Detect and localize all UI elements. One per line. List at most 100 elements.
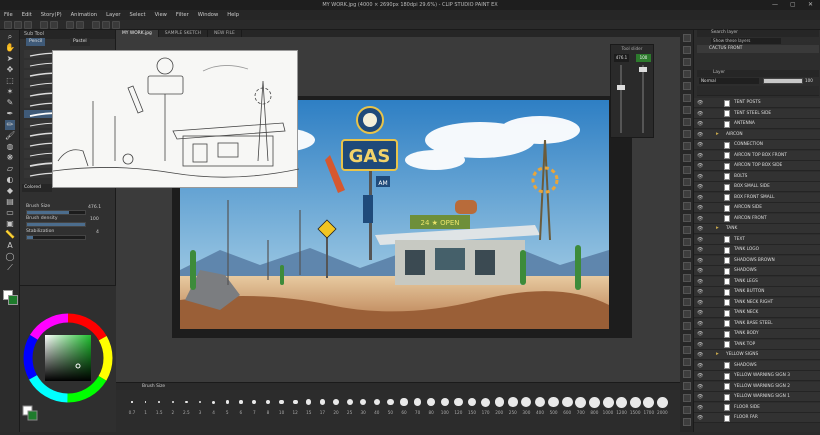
maximize-button[interactable]: ▢ bbox=[790, 1, 796, 8]
visibility-eye-icon[interactable]: 👁 bbox=[697, 342, 703, 348]
sketch-reference-window[interactable] bbox=[52, 50, 300, 188]
panel-icon[interactable] bbox=[683, 250, 691, 258]
menu-edit[interactable]: Edit bbox=[22, 12, 32, 18]
visibility-eye-icon[interactable]: 👁 bbox=[697, 121, 703, 127]
layer-row[interactable]: 👁 TANK BUTTON bbox=[694, 287, 820, 297]
eyedropper-icon[interactable]: ✎ bbox=[5, 98, 15, 108]
panel-icon[interactable] bbox=[683, 154, 691, 162]
panel-icon[interactable] bbox=[683, 130, 691, 138]
panel-icon[interactable] bbox=[683, 334, 691, 342]
panel-icon[interactable] bbox=[683, 178, 691, 186]
panel-icon[interactable] bbox=[683, 298, 691, 306]
menu-view[interactable]: View bbox=[155, 12, 167, 18]
size-slider-thumb[interactable] bbox=[617, 85, 625, 90]
visibility-eye-icon[interactable]: 👁 bbox=[697, 300, 703, 306]
panel-icon[interactable] bbox=[683, 190, 691, 198]
layer-row[interactable]: 👁 ANTENNA bbox=[694, 119, 820, 129]
visibility-eye-icon[interactable]: 👁 bbox=[697, 321, 703, 327]
panel-icon[interactable] bbox=[683, 226, 691, 234]
menu-window[interactable]: Window bbox=[198, 12, 218, 18]
brush-icon[interactable]: 🖌 bbox=[5, 131, 15, 141]
tab-pencil[interactable]: Pencil bbox=[26, 38, 46, 46]
visibility-eye-icon[interactable]: 👁 bbox=[697, 352, 703, 358]
layer-row[interactable]: 👁 TANK BASE STEEL bbox=[694, 318, 820, 329]
layer-row[interactable]: 👁 CONNECTION bbox=[694, 140, 820, 150]
layer-row[interactable]: 👁 TENT STEEL SIDE bbox=[694, 108, 820, 119]
visibility-eye-icon[interactable]: 👁 bbox=[697, 226, 703, 232]
panel-icon[interactable] bbox=[683, 310, 691, 318]
panel-icon[interactable] bbox=[683, 106, 691, 114]
figure-icon[interactable]: ▭ bbox=[5, 208, 15, 218]
visibility-eye-icon[interactable]: 👁 bbox=[697, 111, 703, 117]
panel-icon[interactable] bbox=[683, 322, 691, 330]
save-icon[interactable] bbox=[24, 21, 32, 29]
layer-tab[interactable]: Layer bbox=[697, 70, 819, 77]
visibility-eye-icon[interactable]: 👁 bbox=[697, 184, 703, 190]
minimize-button[interactable]: — bbox=[772, 1, 778, 8]
redo-icon[interactable] bbox=[50, 21, 58, 29]
visibility-eye-icon[interactable]: 👁 bbox=[697, 373, 703, 379]
menu-animation[interactable]: Animation bbox=[71, 12, 97, 18]
visibility-eye-icon[interactable]: 👁 bbox=[697, 394, 703, 400]
balloon-icon[interactable]: ◯ bbox=[5, 252, 15, 262]
panel-icon[interactable] bbox=[683, 94, 691, 102]
visibility-eye-icon[interactable]: 👁 bbox=[697, 405, 703, 411]
decoration-icon[interactable]: ❋ bbox=[5, 153, 15, 163]
menu-file[interactable]: File bbox=[4, 12, 13, 18]
panel-icon[interactable] bbox=[683, 274, 691, 282]
menu-layer[interactable]: Layer bbox=[106, 12, 120, 18]
visibility-eye-icon[interactable]: 👁 bbox=[697, 289, 703, 295]
panel-icon[interactable] bbox=[683, 382, 691, 390]
menu-filter[interactable]: Filter bbox=[176, 12, 189, 18]
layer-row[interactable]: 👁 TENT POSTS bbox=[694, 98, 820, 108]
visibility-eye-icon[interactable]: 👁 bbox=[697, 132, 703, 138]
ruler-icon[interactable]: 📏 bbox=[5, 230, 15, 240]
visibility-eye-icon[interactable]: 👁 bbox=[697, 258, 703, 264]
tab-new-file[interactable]: NEW FILE bbox=[208, 30, 242, 37]
opacity-slider[interactable] bbox=[763, 78, 803, 84]
invert-selection-icon[interactable] bbox=[102, 21, 110, 29]
new-file-icon[interactable] bbox=[4, 21, 12, 29]
panel-icon[interactable] bbox=[683, 262, 691, 270]
hand-icon[interactable]: ✋ bbox=[5, 43, 15, 53]
sub-color-swatch[interactable] bbox=[8, 295, 18, 305]
visibility-eye-icon[interactable]: 👁 bbox=[697, 384, 703, 390]
panel-icon[interactable] bbox=[683, 370, 691, 378]
undo-icon[interactable] bbox=[40, 21, 48, 29]
layer-row[interactable]: 👁 TANK LEGS bbox=[694, 276, 820, 287]
layer-row[interactable]: 👁 TANK TOP bbox=[694, 339, 820, 350]
opacity-vertical-slider[interactable] bbox=[642, 65, 644, 133]
eraser-icon[interactable]: ▱ bbox=[5, 164, 15, 174]
folder-icon[interactable]: ▸ bbox=[716, 351, 719, 357]
layer-row[interactable]: 👁 AIRCON TOP BOX SIDE bbox=[694, 161, 820, 171]
layer-folder-row[interactable]: 👁 ▸ YELLOW SIGNS bbox=[694, 350, 820, 360]
airbrush-icon[interactable]: ◍ bbox=[5, 142, 15, 152]
visibility-eye-icon[interactable]: 👁 bbox=[697, 331, 703, 337]
panel-icon[interactable] bbox=[683, 238, 691, 246]
transform-icon[interactable] bbox=[76, 21, 84, 29]
visibility-eye-icon[interactable]: 👁 bbox=[697, 195, 703, 201]
layer-row[interactable]: 👁 BOLTS bbox=[694, 171, 820, 182]
pencil-icon[interactable]: ✏ bbox=[5, 120, 15, 130]
panel-icon[interactable] bbox=[683, 406, 691, 414]
layer-row[interactable]: 👁 BOX FRONT SMALL bbox=[694, 192, 820, 203]
panel-icon[interactable] bbox=[683, 46, 691, 54]
fill-icon[interactable]: ◆ bbox=[5, 186, 15, 196]
layer-row[interactable]: 👁 SHADOWS bbox=[694, 360, 820, 371]
brush-size-preset[interactable]: 2000 bbox=[654, 396, 670, 418]
layer-folder-row[interactable]: 👁 ▸ AIRCON bbox=[694, 129, 820, 140]
folder-icon[interactable]: ▸ bbox=[716, 225, 719, 231]
panel-icon[interactable] bbox=[683, 214, 691, 222]
panel-icon[interactable] bbox=[683, 358, 691, 366]
blend-mode-select[interactable]: Normal bbox=[699, 78, 759, 84]
menu-help[interactable]: Help bbox=[227, 12, 239, 18]
panel-icon[interactable] bbox=[683, 142, 691, 150]
close-button[interactable]: ✕ bbox=[808, 1, 813, 8]
visibility-eye-icon[interactable]: 👁 bbox=[697, 237, 703, 243]
panel-icon[interactable] bbox=[683, 118, 691, 126]
layer-row[interactable]: 👁 AIRCON FRONT bbox=[694, 213, 820, 224]
auto-select-icon[interactable]: ✶ bbox=[5, 87, 15, 97]
panel-icon[interactable] bbox=[683, 58, 691, 66]
operation-icon[interactable]: ➤ bbox=[5, 54, 15, 64]
panel-icon[interactable] bbox=[683, 82, 691, 90]
